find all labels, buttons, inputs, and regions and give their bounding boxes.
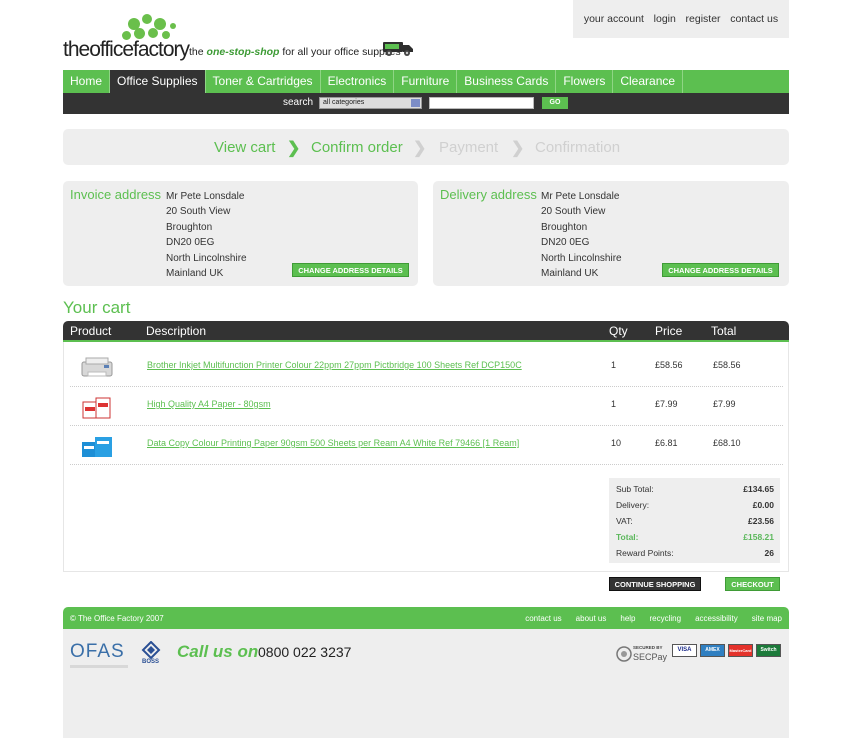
nav-office-supplies[interactable]: Office Supplies (110, 70, 206, 93)
secpay-name: SECPay (633, 652, 668, 662)
qty-value: 1 (611, 399, 617, 409)
tagline: the one-stop-shop for all your office su… (189, 46, 401, 58)
amex-icon: AMEX (700, 644, 725, 657)
nav-home[interactable]: Home (63, 70, 111, 93)
order-totals: Sub Total: £134.65 Delivery: £0.00 VAT: £23… (609, 478, 780, 563)
search-label: search (283, 97, 314, 108)
cart-table-header: Product Description Qty Price Total (63, 321, 789, 342)
price-value: £6.81 (655, 438, 678, 448)
col-description: Description (146, 324, 207, 338)
ofas-logo: OFAS (70, 641, 125, 662)
nav-clearance[interactable]: Clearance (613, 70, 684, 93)
invoice-address-title: Invoice address (70, 187, 162, 202)
continue-shopping-button[interactable]: CONTINUE SHOPPING (609, 577, 701, 591)
chevron-right-icon: ❯ (287, 140, 301, 157)
change-invoice-address-button[interactable]: CHANGE ADDRESS DETAILS (292, 263, 409, 277)
boss-label: BOSS (142, 659, 160, 665)
col-product: Product (70, 324, 112, 338)
step-view-cart[interactable]: View cart (214, 139, 275, 156)
product-link[interactable]: Brother Inkjet Multifunction Printer Col… (147, 360, 522, 370)
total-value: £58.56 (713, 360, 741, 370)
product-link[interactable]: High Quality A4 Paper - 80gsm (147, 399, 271, 409)
qty-value: 1 (611, 360, 617, 370)
qty-value: 10 (611, 438, 622, 448)
nav-toner-cartridges[interactable]: Toner & Cartridges (206, 70, 321, 93)
phone-number: 0800 022 3237 (258, 644, 352, 660)
main-nav: Home Office Supplies Toner & Cartridges … (63, 70, 789, 93)
switch-icon: Switch (756, 644, 781, 657)
account-links: your account login register contact us (573, 0, 789, 38)
search-input[interactable] (429, 97, 534, 109)
footer-recycling[interactable]: recycling (650, 614, 682, 623)
invoice-address-panel: Invoice address Mr Pete Lonsdale 20 Sout… (63, 181, 418, 286)
copyright: © The Office Factory 2007 (70, 614, 164, 623)
price-value: £7.99 (655, 399, 678, 409)
delivery-van-icon (383, 42, 413, 56)
delivery-address-panel: Delivery address Mr Pete Lonsdale 20 Sou… (433, 181, 789, 286)
mastercard-icon: MasterCard (728, 644, 753, 657)
printer-thumbnail[interactable] (78, 354, 116, 382)
nav-business-cards[interactable]: Business Cards (457, 70, 557, 93)
secpay-top-text: SECURED BY (633, 645, 663, 650)
search-bar: search all categories GO (63, 93, 789, 114)
your-account-link[interactable]: your account (584, 13, 644, 25)
search-go-button[interactable]: GO (542, 97, 568, 109)
call-us-label: Call us on (177, 642, 259, 661)
step-confirmation: Confirmation (535, 139, 621, 156)
footer-body: OFAS BOSS Call us on 0800 022 3237 SECUR… (63, 629, 789, 738)
delivery-address-lines: Mr Pete Lonsdale 20 South View Broughton… (541, 191, 622, 280)
register-link[interactable]: register (686, 13, 721, 25)
copy-paper-thumbnail[interactable] (78, 432, 116, 460)
checkout-steps: View cart ❯ Confirm order ❯ Payment ❯ Co… (63, 129, 789, 165)
total-value: £7.99 (713, 399, 736, 409)
invoice-address-lines: Mr Pete Lonsdale 20 South View Broughton… (166, 191, 247, 280)
cart-title: Your cart (63, 298, 131, 317)
secpay-badge: SECURED BY SECPay (616, 642, 668, 666)
table-row: High Quality A4 Paper - 80gsm 1 £7.99 £7… (70, 387, 783, 426)
product-link[interactable]: Data Copy Colour Printing Paper 90gsm 50… (147, 438, 519, 448)
col-price: Price (655, 324, 683, 338)
nav-furniture[interactable]: Furniture (394, 70, 458, 93)
ofas-subtitle-bar (70, 665, 128, 668)
table-row: Data Copy Colour Printing Paper 90gsm 50… (70, 426, 783, 465)
chevron-down-icon (411, 99, 420, 107)
footer-help[interactable]: help (620, 614, 635, 623)
footer-contact-us[interactable]: contact us (525, 614, 561, 623)
price-value: £58.56 (655, 360, 683, 370)
logo-text: theofficefactory (63, 38, 190, 61)
chevron-right-icon: ❯ (413, 140, 427, 157)
change-delivery-address-button[interactable]: CHANGE ADDRESS DETAILS (662, 263, 779, 277)
step-confirm-order: Confirm order (311, 139, 403, 156)
col-total: Total (711, 324, 737, 338)
footer-about-us[interactable]: about us (576, 614, 607, 623)
total-value: £68.10 (713, 438, 741, 448)
delivery-address-title: Delivery address (440, 187, 537, 202)
footer-bar: © The Office Factory 2007 contact us abo… (63, 607, 789, 629)
nav-flowers[interactable]: Flowers (556, 70, 614, 93)
chevron-right-icon: ❯ (511, 140, 525, 157)
footer-links: contact us about us help recycling acces… (525, 614, 782, 623)
table-row: Brother Inkjet Multifunction Printer Col… (70, 348, 783, 387)
footer-site-map[interactable]: site map (752, 614, 782, 623)
col-qty: Qty (609, 324, 628, 338)
login-link[interactable]: login (654, 13, 676, 25)
footer-accessibility[interactable]: accessibility (695, 614, 738, 623)
nav-electronics[interactable]: Electronics (321, 70, 395, 93)
contact-us-link[interactable]: contact us (730, 13, 778, 25)
visa-icon: VISA (672, 644, 697, 657)
step-payment: Payment (439, 139, 499, 156)
category-select[interactable]: all categories (319, 97, 422, 109)
checkout-button[interactable]: CHECKOUT (725, 577, 780, 591)
paper-thumbnail[interactable] (78, 393, 116, 421)
payment-cards: VISA AMEX MasterCard Switch (672, 644, 781, 657)
site-logo[interactable]: theofficefactory (63, 14, 193, 64)
